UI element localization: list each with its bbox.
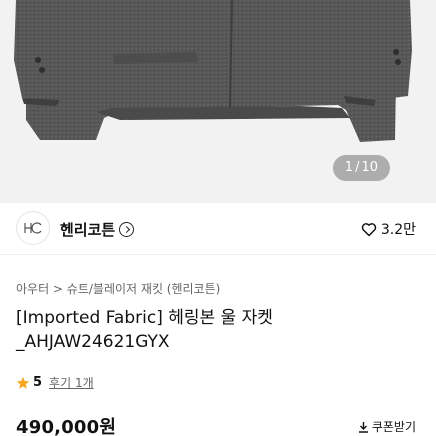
heart-icon [361,222,377,236]
review-count-link[interactable]: 후기 1개 [49,374,94,391]
pager-current: 1 [344,160,354,175]
brand-name: 헨리코튼 [60,221,116,239]
product-price: 490,000원 [16,417,117,436]
download-icon [358,421,368,433]
rating-score: 5 [33,375,43,390]
coupon-download-button[interactable]: 쿠폰받기 [358,418,416,435]
image-pager: 1/10 [332,155,390,181]
pager-total: 10 [361,160,378,175]
pager-separator: / [355,160,360,175]
product-title: [Imported Fabric] 헤링본 울 자켓_AHJAW24621GYX [16,308,273,352]
like-button[interactable]: 3.2만 [361,219,416,239]
chevron-right-circle-icon [119,222,135,237]
like-count: 3.2만 [380,222,416,238]
product-image-gallery[interactable]: 1/10 [0,0,436,203]
coupon-label: 쿠폰받기 [371,420,416,434]
star-icon [16,376,30,389]
brand-logo[interactable] [16,211,50,245]
brand-row: 헨리코튼 3.2만 [0,203,436,255]
rating-summary: 5 후기 1개 [16,374,94,391]
category-breadcrumb[interactable]: 아우터 > 슈트/블레이저 재킷 (헨리코튼) [16,280,220,297]
brand-logo-icon [24,222,42,234]
brand-name-link[interactable]: 헨리코튼 [60,219,135,240]
